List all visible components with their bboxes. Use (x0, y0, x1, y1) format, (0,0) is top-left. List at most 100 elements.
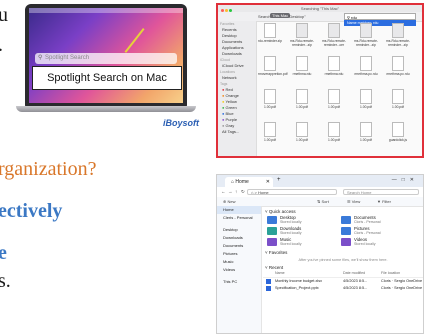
file-item[interactable]: rmethma.pc.rdu (386, 56, 410, 82)
explorer-search-input[interactable]: Search Home (343, 189, 419, 195)
file-item[interactable]: rmethma.pc.rdu (354, 56, 378, 82)
sidebar-item-music[interactable]: Music (217, 258, 261, 266)
file-item[interactable]: rmethma.rdu (322, 56, 346, 82)
column-date[interactable]: Date modified (343, 271, 365, 275)
favorites-header[interactable]: ˅ Favorites (263, 249, 423, 256)
file-item[interactable]: guardclick.js (386, 122, 410, 148)
finder-sidebar: Favorites Recents Desktop Documents Appl… (218, 21, 257, 156)
sidebar-item-home[interactable]: Home (217, 206, 261, 214)
file-name: rmethma.rdu (292, 72, 312, 76)
filter-button[interactable]: ▼ Filter (377, 199, 391, 204)
file-item[interactable]: rmethma.rdu (290, 56, 314, 82)
sidebar-item-videos[interactable]: Videos (217, 266, 261, 274)
file-icon (296, 89, 308, 104)
file-icon (296, 23, 308, 38)
new-tab-icon[interactable]: + (277, 177, 281, 183)
brand-logo: iBoysoft (163, 118, 199, 128)
tag-all[interactable]: All Tags... (218, 129, 256, 135)
back-icon[interactable]: ← (221, 189, 226, 194)
recent-file-name: Monthly Income budget.xlsx (275, 279, 323, 283)
column-location[interactable]: File location (381, 271, 400, 275)
file-item[interactable]: 1.00.pdf (290, 89, 314, 115)
quick-access-item[interactable]: Documents Cloris - Personal (341, 215, 411, 225)
file-item[interactable]: 1.00.pdf (354, 89, 378, 115)
sort-button[interactable]: ⇅ Sort (317, 199, 329, 204)
recent-file-location: Cloris · Sergio OneDrive (381, 286, 423, 290)
window-controls[interactable]: —□✕ (392, 177, 419, 183)
close-tab-icon[interactable]: ✕ (266, 177, 270, 187)
refresh-icon[interactable]: ↻ (241, 189, 245, 195)
file-name: rmethma.pc.rdu (386, 72, 410, 76)
article-text-line-1: u (0, 4, 8, 26)
spotlight-placeholder: Spotlight Search (45, 55, 90, 61)
spotlight-caption-banner: Spotlight Search on Mac (32, 66, 182, 90)
file-item[interactable]: 1.00.pdf (354, 122, 378, 148)
file-name: rmoverappretion.pdf (258, 72, 288, 76)
recent-list: Monthly Income budget.xlsx 4/5/2023 8:5..… (263, 278, 423, 292)
folder-icon (341, 238, 351, 246)
article-text-line-3: rganization? (0, 158, 97, 180)
forward-icon[interactable]: → (228, 189, 233, 194)
file-item[interactable]: ms-Rdu-remote-reminder...zip (386, 23, 410, 49)
spotlight-search-bar[interactable]: ⚲ Spotlight Search (35, 53, 177, 64)
mac-menubar (29, 8, 183, 13)
file-name: 1.00.pdf (296, 138, 308, 142)
file-icon (360, 89, 372, 104)
file-icon (264, 122, 276, 137)
file-name: 1.00.pdf (328, 105, 340, 109)
file-name: rmethma.rdu (324, 72, 344, 76)
file-name: 1.00.pdf (264, 138, 276, 142)
file-icon (392, 56, 404, 71)
new-button[interactable]: ⊕ New (223, 199, 235, 204)
quick-access-item[interactable]: Music Stored locally (267, 237, 337, 247)
file-name: guardclick.js (388, 138, 408, 142)
quick-access-header[interactable]: ˅ Quick access (263, 208, 423, 215)
finder-search-input[interactable]: ⚲ rdu (344, 13, 416, 20)
finder-title: Searching "This Mac" (218, 5, 422, 12)
sidebar-item-this-pc[interactable]: This PC (217, 278, 261, 286)
file-icon (392, 23, 404, 38)
file-name: ms-Rdu-remote-reminder...zip (386, 39, 410, 47)
file-item[interactable]: ms-Rdu-remote-reminder...zip (354, 23, 378, 49)
file-name: ms-Rdu-remote-reminder...zip (354, 39, 378, 47)
quick-access-item[interactable]: Pictures Cloris - Personal (341, 226, 411, 236)
sidebar-item-documents[interactable]: Documents (217, 242, 261, 250)
file-item[interactable]: 1.00.pdf (258, 89, 282, 115)
tab-home[interactable]: ⌂ Home ✕ (225, 177, 273, 187)
recent-file-location: Cloris · Sergio OneDrive (381, 279, 423, 283)
up-icon[interactable]: ↑ (235, 189, 237, 194)
recent-file-name: Specification_Project.pptx (275, 286, 319, 290)
file-item[interactable]: 1.00.pdf (290, 122, 314, 148)
favorites-empty-message: After you've pinned some files, we'll sh… (298, 258, 388, 262)
recent-header[interactable]: ˅ Recent (263, 264, 423, 271)
sidebar-item-pictures[interactable]: Pictures (217, 250, 261, 258)
column-name[interactable]: Name (275, 271, 285, 275)
tab-title: Home (235, 179, 249, 185)
scope-desktop[interactable]: "Desktop" (288, 14, 306, 19)
file-item[interactable]: rdu-reminder.zip (258, 23, 282, 49)
recent-file-date: 4/5/2023 8:5... (343, 286, 368, 290)
address-bar[interactable]: ⌂ > Home (247, 189, 337, 195)
recent-row[interactable]: Monthly Income budget.xlsx 4/5/2023 8:5..… (263, 278, 423, 285)
quick-access-item[interactable]: Videos Stored locally (341, 237, 411, 247)
folder-icon (267, 238, 277, 246)
file-item[interactable]: ms-Rdu-remote-reminder...zip (290, 23, 314, 49)
file-icon (392, 122, 404, 137)
file-item[interactable]: 1.00.pdf (322, 122, 346, 148)
recent-row[interactable]: Specification_Project.pptx 4/5/2023 8:5..… (263, 285, 423, 292)
file-item[interactable]: rmoverappretion.pdf (258, 56, 288, 82)
file-item[interactable]: 1.00.pdf (258, 122, 282, 148)
sidebar-item-downloads[interactable]: Downloads (217, 234, 261, 242)
file-item[interactable]: 1.00.pdf (322, 89, 346, 115)
sidebar-item-desktop[interactable]: Desktop (217, 226, 261, 234)
sidebar-item-onedrive[interactable]: Cleris - Personal (217, 214, 261, 222)
file-item[interactable]: ms-Rdu-remote-reminder...cer (322, 23, 346, 49)
folder-icon (341, 216, 351, 224)
article-text-line-5: e (0, 242, 7, 264)
file-icon (360, 23, 372, 38)
file-item[interactable]: 1.00.pdf (386, 89, 410, 115)
file-icon (266, 286, 271, 291)
quick-access-item[interactable]: Downloads Stored locally (267, 226, 337, 236)
view-button[interactable]: ☰ View (347, 199, 360, 204)
quick-access-item[interactable]: Desktop Stored locally (267, 215, 337, 225)
